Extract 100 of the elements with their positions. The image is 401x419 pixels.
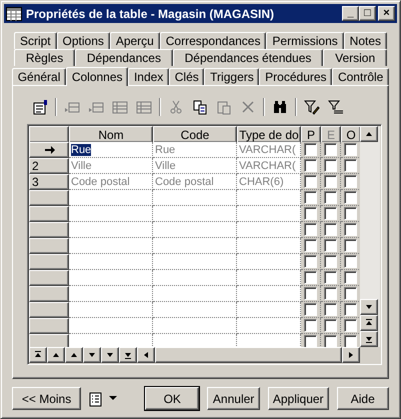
tab[interactable]: Colonnes [66,67,128,86]
column-header[interactable]: Type de do [237,126,301,143]
checkbox[interactable] [344,255,357,268]
checkbox[interactable] [304,143,317,156]
checkbox[interactable] [344,207,357,220]
column-header[interactable]: P [301,126,321,143]
move-up-button[interactable] [65,347,83,363]
table-cell[interactable]: VARCHAR( [237,142,301,158]
checkbox[interactable] [324,271,337,284]
checkbox[interactable] [344,287,357,300]
move-bottom-button[interactable] [119,347,137,363]
checkbox[interactable] [304,287,317,300]
checkbox[interactable] [324,143,337,156]
close-button[interactable]: × [378,6,395,21]
table-cell[interactable] [153,286,237,302]
table-cell[interactable] [153,206,237,222]
table-cell[interactable] [153,334,237,347]
table-cell[interactable] [69,302,153,318]
table-cell[interactable] [69,334,153,347]
checkbox[interactable] [344,335,357,347]
table-cell[interactable] [237,270,301,286]
checkbox[interactable] [344,175,357,188]
checkbox[interactable] [344,143,357,156]
scroll-left-button[interactable] [137,347,155,363]
menu-button[interactable] [89,390,118,406]
checkbox[interactable] [324,191,337,204]
checkbox[interactable] [324,207,337,220]
table-cell[interactable] [237,318,301,334]
row-header[interactable]: 3 [29,174,69,190]
table-cell[interactable]: Code postal [69,174,153,190]
checkbox[interactable] [304,255,317,268]
move-down-button[interactable] [83,347,101,363]
row-header[interactable] [29,206,69,222]
move-page-down-button[interactable] [101,347,119,363]
table-cell[interactable] [69,190,153,206]
row-header[interactable] [29,254,69,270]
checkbox[interactable] [304,335,317,347]
checkbox[interactable] [324,239,337,252]
column-header[interactable]: Code [153,126,237,143]
scroll-up-button[interactable] [360,126,378,142]
table-cell[interactable]: Ville [153,158,237,174]
checkbox[interactable] [344,191,357,204]
move-top-button[interactable] [29,347,47,363]
table-cell[interactable] [69,206,153,222]
table-cell[interactable] [237,286,301,302]
tab[interactable]: Script [14,32,57,49]
checkbox[interactable] [304,175,317,188]
checkbox[interactable] [324,335,337,347]
row-header[interactable] [29,238,69,254]
dialog-button[interactable]: Appliquer [268,387,329,410]
tab[interactable]: Dépendances [75,49,173,66]
table-cell[interactable] [237,222,301,238]
table-cell[interactable]: Rue [69,142,153,158]
tab[interactable]: Version [323,49,387,66]
dialog-button[interactable]: Annuler [207,387,260,410]
checkbox[interactable] [324,319,337,332]
table-cell[interactable] [69,286,153,302]
table-cell[interactable] [237,254,301,270]
table-cell[interactable] [69,238,153,254]
table-cell[interactable] [237,334,301,347]
column-header[interactable]: Nom [69,126,153,143]
tab[interactable]: Permissions [266,32,344,49]
minimize-button[interactable]: _ [342,6,359,21]
table-cell[interactable]: CHAR(6) [237,174,301,190]
scroll-top-button[interactable] [360,315,378,331]
table-cell[interactable]: VARCHAR( [237,158,301,174]
scroll-down-button[interactable] [360,299,378,315]
checkbox[interactable] [304,207,317,220]
checkbox[interactable] [304,271,317,284]
dialog-button[interactable]: << Moins [12,387,82,410]
tab[interactable]: Clés [169,68,204,85]
table-cell[interactable] [153,190,237,206]
table-cell[interactable] [153,270,237,286]
row-header[interactable] [29,222,69,238]
dialog-button[interactable]: OK [145,387,200,410]
tab[interactable]: Aperçu [110,32,160,49]
checkbox[interactable] [324,287,337,300]
row-header[interactable] [29,142,69,158]
table-cell[interactable] [69,254,153,270]
checkbox[interactable] [304,159,317,172]
tab[interactable]: Notes [344,32,387,49]
checkbox[interactable] [324,159,337,172]
row-header[interactable] [29,190,69,206]
row-header[interactable]: 2 [29,158,69,174]
checkbox[interactable] [344,319,357,332]
row-header[interactable] [29,286,69,302]
checkbox[interactable] [324,303,337,316]
row-header[interactable] [29,318,69,334]
table-cell[interactable] [153,318,237,334]
scroll-right-button[interactable] [342,347,360,363]
scroll-bottom-button[interactable] [360,331,378,347]
table-cell[interactable] [153,254,237,270]
table-cell[interactable] [237,238,301,254]
checkbox[interactable] [304,303,317,316]
maximize-button[interactable]: □ [359,6,376,21]
checkbox[interactable] [324,223,337,236]
checkbox[interactable] [344,271,357,284]
move-page-up-button[interactable] [47,347,65,363]
horizontal-scroll-thumb[interactable] [155,347,342,363]
checkbox[interactable] [344,239,357,252]
